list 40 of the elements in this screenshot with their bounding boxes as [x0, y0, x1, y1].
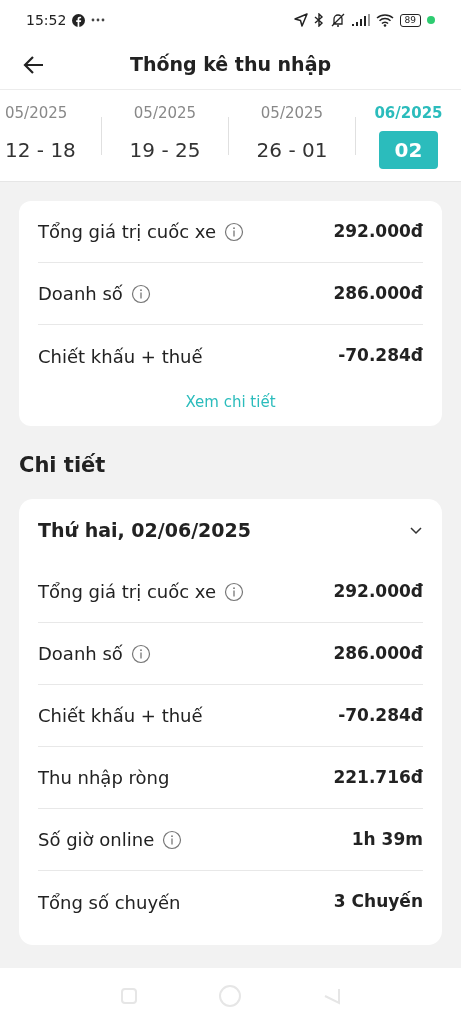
week-tab[interactable]: 05/2025 12 - 18 [0, 90, 101, 181]
social-app-icon [72, 13, 86, 27]
row-label: Tổng số chuyến [38, 890, 181, 915]
week-tab[interactable]: 05/2025 26 - 01 [229, 90, 355, 181]
wifi-icon [375, 13, 394, 27]
row-label: Số giờ online [38, 828, 155, 852]
row-value: 3 Chuyến [333, 890, 423, 914]
more-icon [91, 18, 106, 22]
row-label: Doanh số [38, 642, 123, 666]
row-value: 292.000đ [333, 219, 423, 243]
info-icon[interactable] [224, 221, 245, 242]
row-label: Doanh số [38, 282, 123, 306]
row-value: 1h 39m [351, 827, 423, 851]
muted-bell-icon [329, 13, 346, 27]
row-value: -70.284đ [338, 703, 423, 727]
row-label: Chiết khấu + thuế [38, 344, 203, 369]
row-value: 286.000đ [333, 281, 423, 305]
chevron-icon [409, 525, 423, 535]
info-icon[interactable] [224, 581, 245, 602]
row-value: -70.284đ [338, 344, 423, 368]
row-value: 221.716đ [333, 765, 423, 789]
page-title: Thống kê thu nhập [129, 52, 332, 78]
week-tab[interactable]: 05/2025 19 - 25 [102, 90, 228, 181]
row-value: 292.000đ [333, 579, 423, 603]
bluetooth-icon [313, 13, 324, 27]
info-icon[interactable] [162, 829, 183, 850]
row-value: 286.000đ [333, 641, 423, 665]
battery-indicator: 89 [399, 13, 421, 27]
section-heading: Chi tiết [19, 451, 107, 479]
row-label: Tổng giá trị cuốc xe [38, 220, 217, 244]
row-label: Thu nhập ròng [38, 766, 170, 790]
status-time: 15:52 [26, 10, 67, 30]
row-label: Tổng giá trị cuốc xe [38, 580, 217, 604]
status-dot-icon [427, 16, 435, 24]
row-label: Chiết khấu + thuế [38, 704, 203, 728]
info-icon[interactable] [130, 283, 151, 304]
day-header[interactable]: Thứ hai, 02/06/2025 [38, 499, 423, 561]
location-icon [293, 13, 308, 27]
signal-icon [351, 14, 370, 26]
info-icon[interactable] [130, 643, 151, 664]
